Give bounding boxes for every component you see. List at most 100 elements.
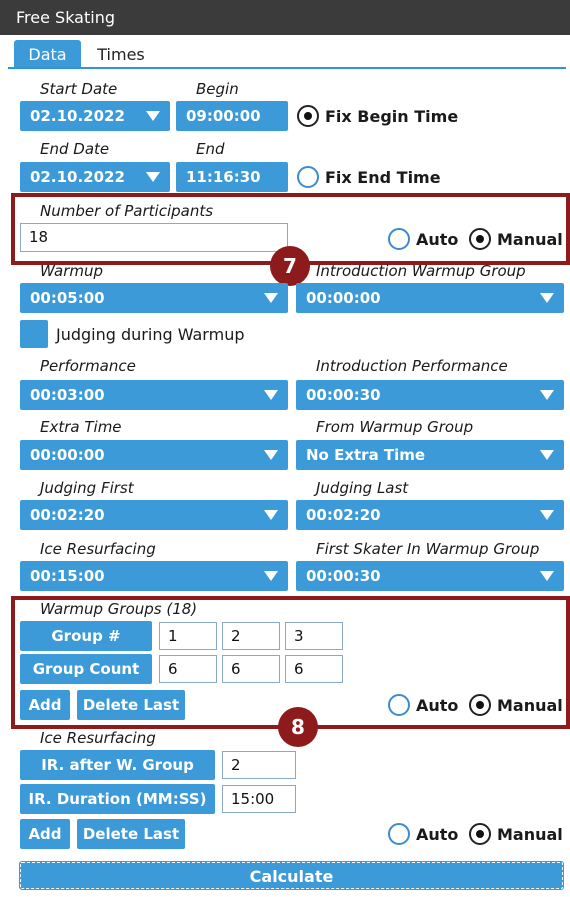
radio-selected-dot: [304, 112, 312, 120]
chevron-down-icon: [264, 450, 278, 460]
first-skater-select[interactable]: 00:00:30: [296, 561, 564, 591]
group-count-3[interactable]: 6: [285, 655, 343, 683]
delete-last-ir-button[interactable]: Delete Last: [77, 819, 185, 849]
end-time-field[interactable]: 11:16:30: [176, 162, 288, 192]
start-date-select[interactable]: 02.10.2022: [20, 101, 170, 131]
groups-manual-label: Manual: [497, 696, 563, 715]
radio-selected-dot: [476, 830, 484, 838]
group-count-2[interactable]: 6: [222, 655, 280, 683]
judging-warmup-label: Judging during Warmup: [56, 325, 245, 344]
begin-time-value: 09:00:00: [186, 107, 261, 125]
begin-time-field[interactable]: 09:00:00: [176, 101, 288, 131]
group-number-button[interactable]: Group #: [20, 621, 152, 651]
intro-warmup-select[interactable]: 00:00:00: [296, 283, 564, 313]
tab-underline: [8, 67, 566, 69]
performance-value: 00:03:00: [30, 386, 105, 404]
participants-manual-label: Manual: [497, 230, 563, 249]
groups-manual-radio[interactable]: [469, 694, 491, 716]
judging-last-select[interactable]: 00:02:20: [296, 500, 564, 530]
judging-first-select[interactable]: 00:02:20: [20, 500, 288, 530]
fix-end-radio[interactable]: [297, 166, 319, 188]
warmup-select[interactable]: 00:05:00: [20, 283, 288, 313]
first-skater-label: First Skater In Warmup Group: [316, 540, 540, 558]
fix-begin-radio[interactable]: [297, 105, 319, 127]
warmup-label: Warmup: [40, 262, 104, 280]
end-date-select[interactable]: 02.10.2022: [20, 162, 170, 192]
participants-input[interactable]: 18: [20, 223, 288, 252]
start-date-value: 02.10.2022: [30, 107, 125, 125]
intro-performance-value: 00:00:30: [306, 386, 381, 404]
warmup-groups-label: Warmup Groups (18): [40, 600, 198, 618]
callout-badge-7: 7: [270, 246, 310, 286]
chevron-down-icon: [264, 390, 278, 400]
chevron-down-icon: [540, 450, 554, 460]
end-label: End: [196, 140, 225, 158]
ir-manual-radio[interactable]: [469, 823, 491, 845]
participants-manual-radio[interactable]: [469, 228, 491, 250]
chevron-down-icon: [264, 571, 278, 581]
chevron-down-icon: [540, 510, 554, 520]
intro-performance-select[interactable]: 00:00:30: [296, 380, 564, 410]
ice-resurfacing-select[interactable]: 00:15:00: [20, 561, 288, 591]
ir-duration-input[interactable]: 15:00: [222, 785, 296, 813]
group-number-3[interactable]: 3: [285, 622, 343, 650]
add-ir-button[interactable]: Add: [20, 819, 70, 849]
groups-auto-label: Auto: [416, 696, 459, 715]
ir-after-group-input[interactable]: 2: [222, 751, 296, 779]
chevron-down-icon: [540, 390, 554, 400]
judging-first-value: 00:02:20: [30, 506, 105, 524]
chevron-down-icon: [540, 293, 554, 303]
window-title: Free Skating: [0, 0, 570, 35]
extra-time-value: 00:00:00: [30, 446, 105, 464]
chevron-down-icon: [264, 510, 278, 520]
callout-badge-8: 8: [278, 707, 318, 747]
from-warmup-select[interactable]: No Extra Time: [296, 440, 564, 470]
ir-after-group-button[interactable]: IR. after W. Group: [20, 750, 215, 780]
group-count-1[interactable]: 6: [159, 655, 217, 683]
ir-auto-label: Auto: [416, 825, 459, 844]
ir-auto-radio[interactable]: [388, 823, 410, 845]
judging-last-value: 00:02:20: [306, 506, 381, 524]
intro-performance-label: Introduction Performance: [316, 357, 508, 375]
end-time-value: 11:16:30: [186, 168, 261, 186]
participants-label: Number of Participants: [40, 202, 214, 220]
chevron-down-icon: [146, 172, 160, 182]
end-date-label: End Date: [40, 140, 110, 158]
participants-auto-radio[interactable]: [388, 228, 410, 250]
tab-data[interactable]: Data: [14, 40, 81, 69]
chevron-down-icon: [540, 571, 554, 581]
group-number-2[interactable]: 2: [222, 622, 280, 650]
end-date-value: 02.10.2022: [30, 168, 125, 186]
extra-time-select[interactable]: 00:00:00: [20, 440, 288, 470]
judging-last-label: Judging Last: [316, 479, 409, 497]
add-group-button[interactable]: Add: [20, 690, 70, 720]
extra-time-label: Extra Time: [40, 418, 122, 436]
fix-end-label: Fix End Time: [325, 168, 441, 187]
from-warmup-value: No Extra Time: [306, 446, 426, 464]
chevron-down-icon: [264, 293, 278, 303]
tab-times[interactable]: Times: [86, 40, 156, 69]
begin-label: Begin: [196, 80, 239, 98]
from-warmup-label: From Warmup Group: [316, 418, 474, 436]
groups-auto-radio[interactable]: [388, 694, 410, 716]
performance-label: Performance: [40, 357, 136, 375]
judging-warmup-checkbox[interactable]: [20, 320, 48, 348]
warmup-value: 00:05:00: [30, 289, 105, 307]
judging-first-label: Judging First: [40, 479, 134, 497]
ir-section-label: Ice Resurfacing: [40, 729, 156, 747]
calculate-button[interactable]: Calculate: [19, 861, 564, 890]
group-number-1[interactable]: 1: [159, 622, 217, 650]
performance-select[interactable]: 00:03:00: [20, 380, 288, 410]
ir-duration-button[interactable]: IR. Duration (MM:SS): [20, 784, 215, 814]
ice-resurfacing-label: Ice Resurfacing: [40, 540, 156, 558]
group-count-button[interactable]: Group Count: [20, 654, 152, 684]
ir-manual-label: Manual: [497, 825, 563, 844]
start-date-label: Start Date: [40, 80, 118, 98]
participants-auto-label: Auto: [416, 230, 459, 249]
intro-warmup-label: Introduction Warmup Group: [316, 262, 526, 280]
radio-selected-dot: [476, 701, 484, 709]
fix-begin-label: Fix Begin Time: [325, 107, 459, 126]
radio-selected-dot: [476, 235, 484, 243]
delete-last-group-button[interactable]: Delete Last: [77, 690, 185, 720]
chevron-down-icon: [146, 111, 160, 121]
